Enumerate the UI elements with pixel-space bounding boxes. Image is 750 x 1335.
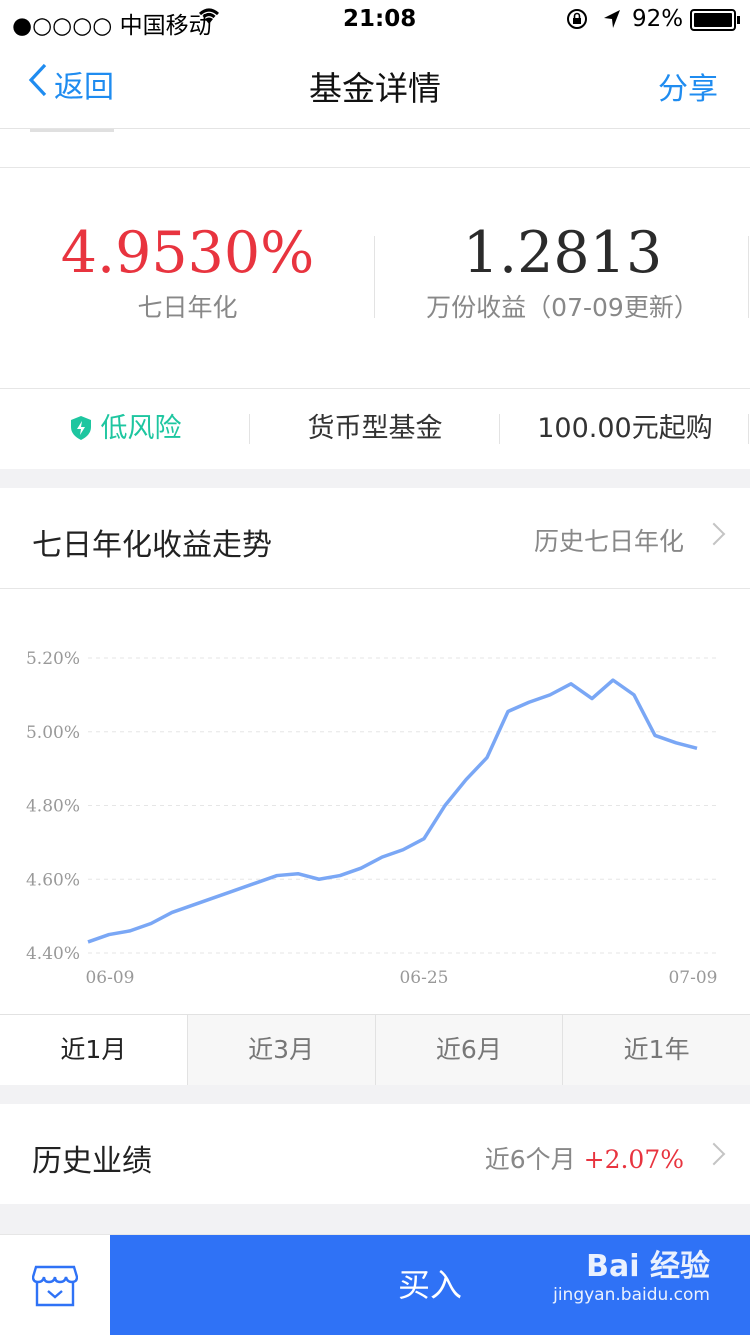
watermark-url: jingyan.baidu.com xyxy=(553,1285,710,1305)
section-title: 历史业绩 xyxy=(32,1144,152,1179)
risk-label: 低风险 xyxy=(100,413,182,444)
divider xyxy=(748,414,749,444)
y-tick-label: 4.60% xyxy=(26,870,80,890)
chevron-right-icon xyxy=(702,522,726,546)
shield-check-icon xyxy=(69,393,93,473)
history-performance-row[interactable]: 历史业绩 近6个月 +2.07% xyxy=(0,1104,750,1204)
page-title: 基金详情 xyxy=(309,69,441,108)
y-tick-label: 4.80% xyxy=(26,797,80,817)
clock: 21:08 xyxy=(343,6,417,32)
history-performance-value: +2.07% xyxy=(583,1145,684,1174)
fund-type-tag: 货币型基金 xyxy=(307,413,443,444)
tab-6-months[interactable]: 近6月 xyxy=(374,1015,563,1085)
tab-1-year[interactable]: 近1年 xyxy=(562,1015,750,1085)
history-period-label: 近6个月 xyxy=(484,1145,576,1174)
returns-panel: 4.9530% 七日年化 1.2813 万份收益（07-09更新） xyxy=(0,168,750,388)
history-yield-link[interactable]: 历史七日年化 xyxy=(534,522,684,558)
x-tick-label: 06-25 xyxy=(399,968,448,988)
annualized-yield-label: 七日年化 xyxy=(137,293,238,322)
share-button[interactable]: 分享 xyxy=(658,64,718,108)
chevron-right-icon xyxy=(702,1142,726,1166)
y-tick-label: 5.20% xyxy=(26,649,80,669)
x-tick-label: 06-09 xyxy=(85,968,134,988)
y-tick-label: 4.40% xyxy=(26,944,80,964)
fund-tags: 低风险 货币型基金 100.00元起购 xyxy=(0,388,750,469)
risk-tag: 低风险 xyxy=(0,389,250,469)
buy-label: 买入 xyxy=(397,1266,462,1304)
yield-line-chart: 5.20% 5.00% 4.80% 4.60% 4.40%06-09 06-25 07-09 xyxy=(26,649,718,988)
carrier-label: ●○○○○ 中国移动 xyxy=(12,13,212,39)
minimum-purchase-tag: 100.00元起购 xyxy=(537,413,713,444)
status-bar: ●○○○○ 中国移动 21:08 92% xyxy=(0,0,750,40)
navigation-bar: 返回 基金详情 分享 xyxy=(0,40,750,129)
tab-3-months[interactable]: 近3月 xyxy=(186,1015,375,1085)
period-tabs: 近1月 近3月 近6月 近1年 xyxy=(0,1014,750,1085)
per-10k-yield-label: 万份收益（07-09更新） xyxy=(426,293,699,322)
divider xyxy=(748,236,749,318)
annualized-yield-value: 4.9530% xyxy=(60,220,315,286)
divider xyxy=(30,129,114,132)
section-title: 七日年化收益走势 xyxy=(32,528,272,563)
store-button[interactable] xyxy=(0,1235,110,1335)
rotation-lock-icon xyxy=(566,8,588,36)
per-10k-yield-value: 1.2813 xyxy=(462,220,663,286)
store-icon xyxy=(31,1265,79,1311)
watermark-logo: Bai 经验 xyxy=(586,1249,710,1284)
scrolled-content-edge xyxy=(0,129,750,168)
battery-percent: 92% xyxy=(632,6,684,32)
history-performance-summary: 近6个月 +2.07% xyxy=(485,1140,684,1176)
watermark: Bai 经验 jingyan.baidu.com xyxy=(553,1249,710,1309)
bottom-action-bar: 买入 Bai 经验 jingyan.baidu.com xyxy=(0,1234,750,1335)
y-tick-label: 5.00% xyxy=(26,723,80,743)
yield-trend-header[interactable]: 七日年化收益走势 历史七日年化 xyxy=(0,488,750,589)
wifi-icon xyxy=(196,4,222,32)
yield-trend-card: 七日年化收益走势 历史七日年化 5.20% 5.00% 4.80% 4.60% 4.40… xyxy=(0,488,750,1085)
location-arrow-icon xyxy=(602,8,622,36)
tab-1-month[interactable]: 近1月 xyxy=(0,1015,187,1085)
x-tick-label: 07-09 xyxy=(668,968,717,988)
yield-series-line xyxy=(87,678,698,944)
battery-icon xyxy=(690,9,742,37)
